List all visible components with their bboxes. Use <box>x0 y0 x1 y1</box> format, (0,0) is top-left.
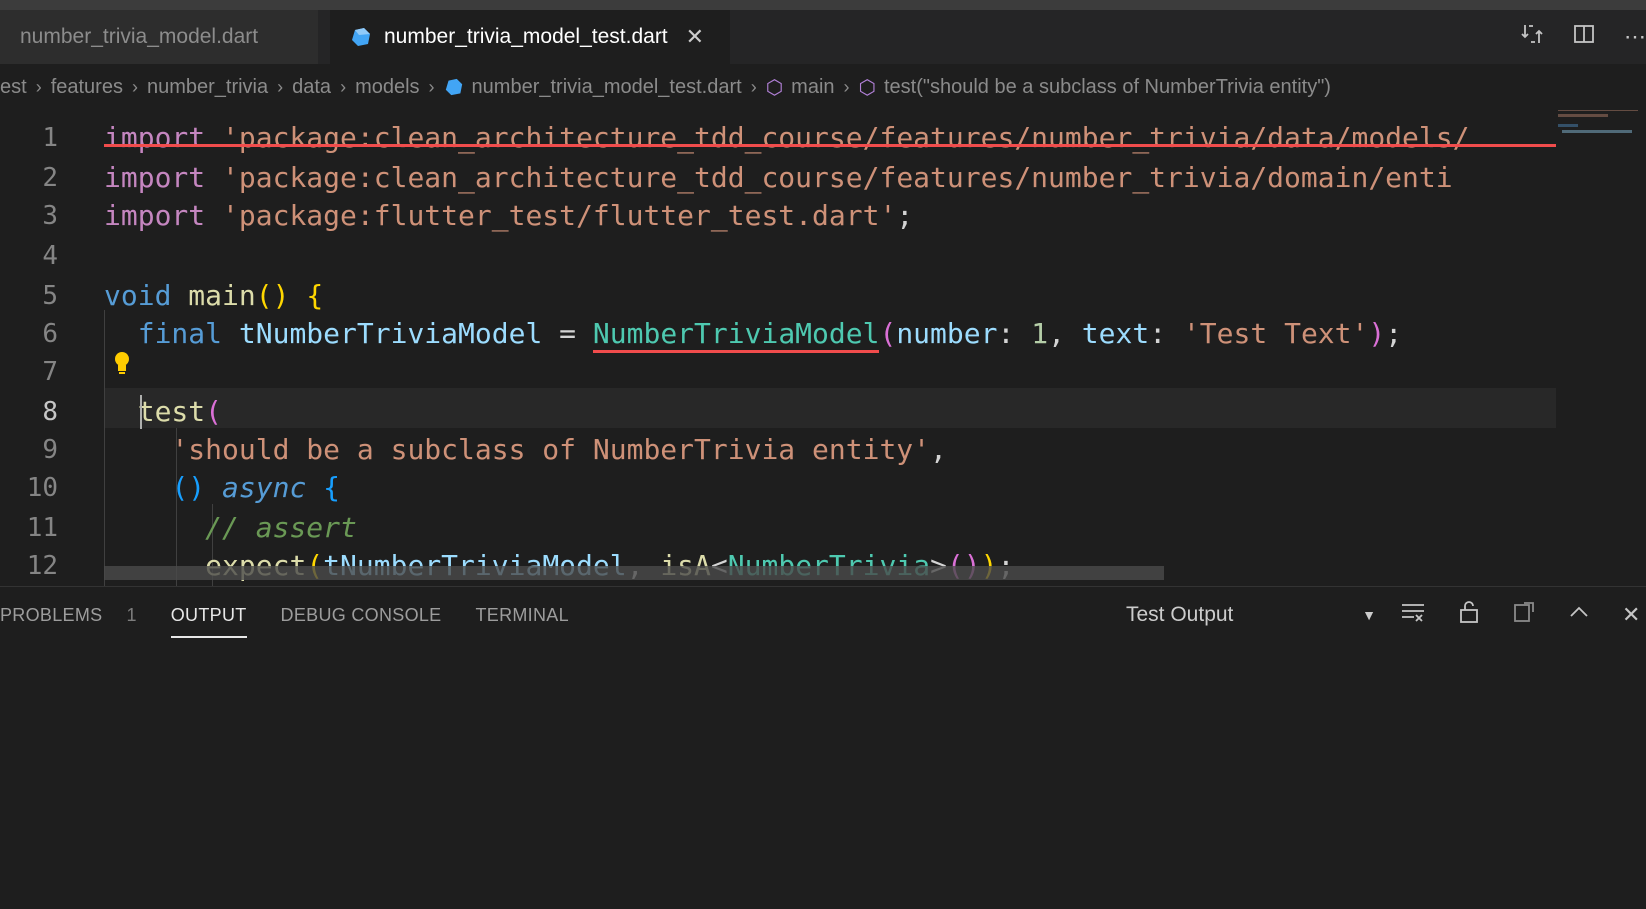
line-number: 5 <box>42 281 58 311</box>
panel-tab-bar: PROBLEMS 1 OUTPUT DEBUG CONSOLE TERMINAL <box>0 587 603 643</box>
code-line: 7 <box>0 352 1646 392</box>
lock-scroll-icon[interactable] <box>1458 600 1480 630</box>
line-number: 8 <box>42 397 58 427</box>
breadcrumb-item[interactable]: number_trivia_model_test.dart <box>472 76 742 99</box>
code-text: final tNumberTriviaModel = NumberTriviaM… <box>104 314 1402 354</box>
line-number: 6 <box>42 319 58 349</box>
chevron-right-icon: › <box>340 76 347 97</box>
close-tab-icon[interactable]: ✕ <box>686 24 704 50</box>
compare-changes-icon[interactable] <box>1520 22 1544 52</box>
tab-label: PROBLEMS <box>0 604 103 625</box>
chevron-right-icon: › <box>277 76 284 97</box>
code-text: () async { <box>171 471 341 504</box>
code-line: 6 final tNumberTriviaModel = NumberTrivi… <box>0 314 1646 354</box>
breadcrumb-item[interactable]: test("should be a subclass of NumberTriv… <box>884 76 1331 99</box>
maximize-panel-icon[interactable] <box>1568 601 1590 629</box>
title-strip <box>0 0 1646 10</box>
code-line: 3 import 'package:flutter_test/flutter_t… <box>0 196 1646 236</box>
tab-label: DEBUG CONSOLE <box>280 604 442 625</box>
text-cursor <box>140 395 142 429</box>
breadcrumb-item[interactable]: est <box>0 76 27 99</box>
code-text: import 'package:clean_architecture_tdd_c… <box>104 161 1453 194</box>
breadcrumb-item[interactable]: data <box>292 76 331 99</box>
split-editor-icon[interactable] <box>1572 22 1596 52</box>
line-number: 9 <box>42 435 58 465</box>
chevron-right-icon: › <box>843 76 850 97</box>
code-line: 10 () async { <box>0 468 1646 508</box>
more-actions-icon[interactable]: ⋯ <box>1624 24 1646 50</box>
line-number: 1 <box>42 123 58 153</box>
output-channel-value: Test Output <box>1126 603 1234 626</box>
tab-terminal[interactable]: TERMINAL <box>475 589 568 642</box>
breadcrumb: est › features › number_trivia › data › … <box>0 64 1646 110</box>
code-line: 4 <box>0 236 1646 276</box>
bottom-panel: PROBLEMS 1 OUTPUT DEBUG CONSOLE TERMINAL … <box>0 586 1646 909</box>
code-text: import 'package:clean_architecture_tdd_c… <box>104 121 1470 154</box>
tab-label: number_trivia_model_test.dart <box>384 25 668 48</box>
minimap[interactable] <box>1556 110 1646 140</box>
code-text: void main() { <box>104 279 324 312</box>
code-line: 9 'should be a subclass of NumberTrivia … <box>0 430 1646 470</box>
symbol-method-icon: ⬡ <box>765 76 784 99</box>
code-editor[interactable]: 1 import 'package:clean_architecture_tdd… <box>0 110 1646 586</box>
tab-label: TERMINAL <box>475 604 569 625</box>
chevron-right-icon: › <box>35 76 42 97</box>
chevron-right-icon: › <box>428 76 435 97</box>
panel-actions: ✕ <box>1400 597 1640 633</box>
breadcrumb-item[interactable]: features <box>51 76 123 99</box>
dropdown-arrow-icon: ▼ <box>1362 607 1376 623</box>
code-text: 'should be a subclass of NumberTrivia en… <box>171 433 947 466</box>
import-path: 'package:clean_architecture_tdd_course/f… <box>222 121 1470 154</box>
code-line: 2 import 'package:clean_architecture_tdd… <box>0 158 1646 198</box>
breadcrumb-item[interactable]: number_trivia <box>147 76 268 99</box>
breadcrumb-item[interactable]: models <box>355 76 419 99</box>
line-number: 12 <box>26 551 58 581</box>
lightbulb-icon[interactable] <box>112 350 132 376</box>
breadcrumb-item[interactable]: main <box>791 76 834 99</box>
code-text: test( <box>137 395 223 428</box>
code-line: 11 // assert <box>0 508 1646 548</box>
code-text: // assert <box>205 511 357 544</box>
line-number: 10 <box>26 473 58 503</box>
code-line: 8 test( <box>0 392 1646 432</box>
chevron-right-icon: › <box>131 76 138 97</box>
dart-file-icon <box>445 78 462 96</box>
clear-output-icon[interactable] <box>1400 601 1426 629</box>
tab-problems[interactable]: PROBLEMS 1 <box>0 589 137 642</box>
tab-debug-console[interactable]: DEBUG CONSOLE <box>281 589 442 642</box>
problems-count-badge: 1 <box>126 604 137 625</box>
line-number: 2 <box>42 163 58 193</box>
tab-number-trivia-model-test[interactable]: number_trivia_model_test.dart ✕ <box>330 10 730 64</box>
open-log-icon[interactable] <box>1512 600 1536 630</box>
line-number: 11 <box>26 513 58 543</box>
horizontal-scrollbar[interactable] <box>104 566 1164 580</box>
editor-tab-bar: number_trivia_model.dart number_trivia_m… <box>0 10 1646 64</box>
tab-label: number_trivia_model.dart <box>20 25 259 48</box>
chevron-right-icon: › <box>750 76 757 97</box>
code-text: import 'package:flutter_test/flutter_tes… <box>104 199 914 232</box>
output-content[interactable] <box>0 643 1646 909</box>
symbol-method-icon: ⬡ <box>858 76 876 99</box>
editor-actions: ⋯ <box>1520 10 1646 64</box>
line-number: 7 <box>42 357 58 387</box>
close-panel-icon[interactable]: ✕ <box>1622 602 1640 628</box>
tab-output[interactable]: OUTPUT <box>170 589 247 642</box>
error-squiggle <box>104 144 1556 147</box>
code-line: 5 void main() { <box>0 276 1646 316</box>
tab-label: OUTPUT <box>170 604 247 625</box>
line-number: 3 <box>42 201 58 231</box>
line-number: 4 <box>42 241 58 271</box>
output-channel-select[interactable]: Test Output ▼ <box>1118 597 1386 633</box>
code-line: 1 import 'package:clean_architecture_tdd… <box>0 118 1646 158</box>
dart-file-icon <box>352 28 370 46</box>
tab-number-trivia-model[interactable]: number_trivia_model.dart <box>0 10 318 64</box>
